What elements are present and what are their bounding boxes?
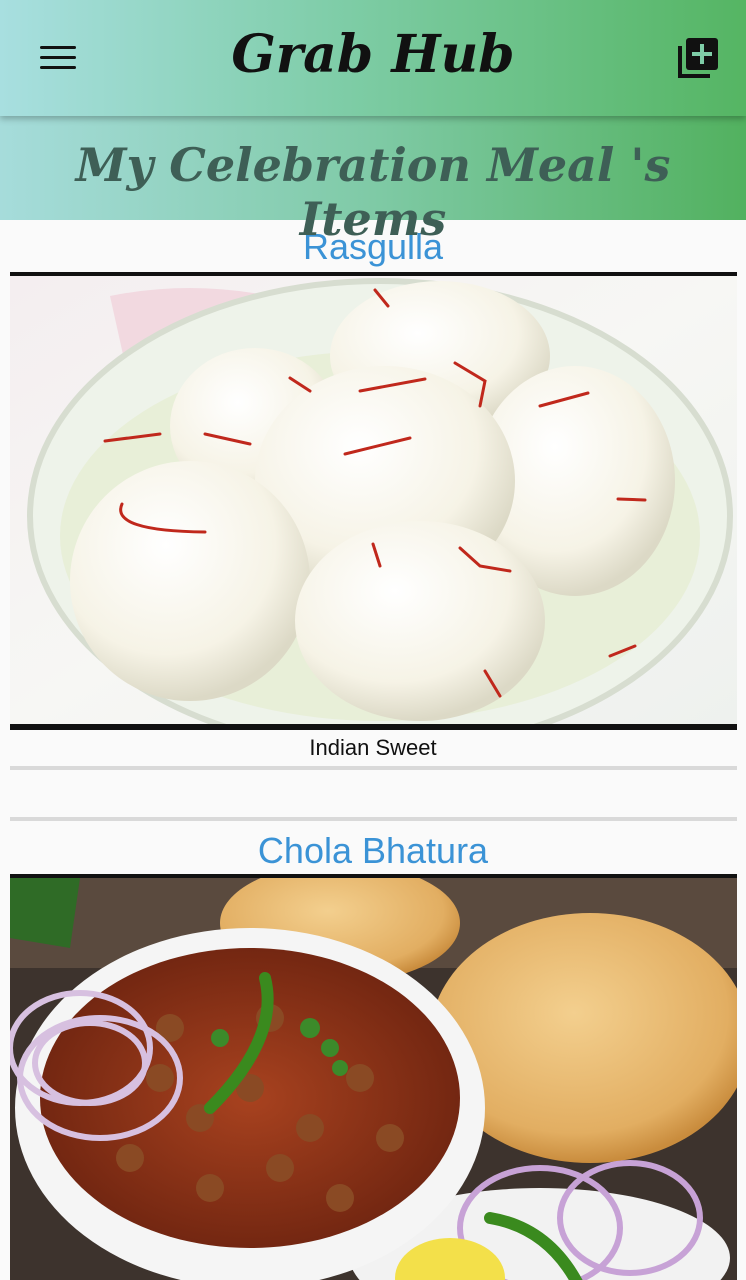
add-item-button[interactable]	[672, 34, 722, 84]
library-add-icon	[678, 38, 718, 78]
subtitle-bar: My Celebration Meal 's Items	[0, 116, 746, 246]
item-title[interactable]: Chola Bhatura	[0, 830, 746, 872]
item-divider	[10, 766, 737, 770]
item-image-rasgulla[interactable]	[10, 272, 737, 730]
item-divider	[10, 817, 737, 821]
meal-items-list[interactable]: Rasgulla Indian Sweet Chola Bhatura	[0, 220, 746, 1280]
item-image-chola-bhatura[interactable]	[10, 874, 737, 1280]
app-title: Grab Hub	[231, 24, 515, 85]
app-bar: Grab Hub	[0, 0, 746, 116]
page-subtitle: My Celebration Meal 's Items	[75, 138, 671, 246]
item-description: Indian Sweet	[309, 735, 437, 760]
